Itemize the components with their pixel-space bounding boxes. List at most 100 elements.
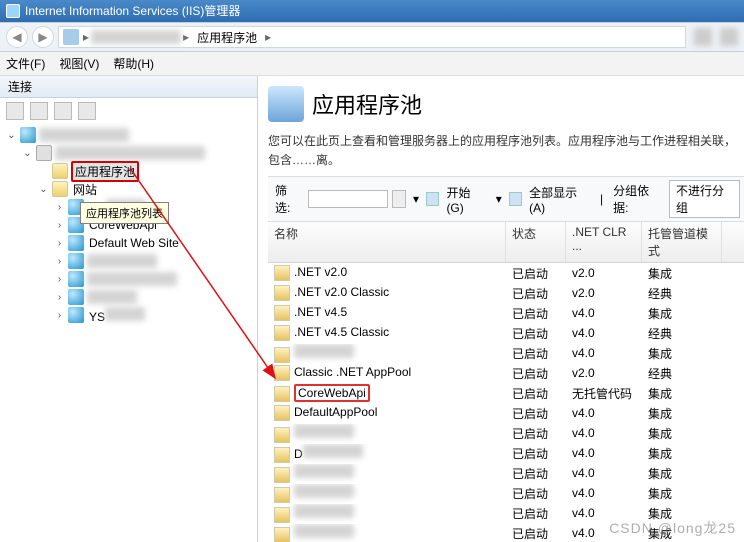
site-icon	[68, 271, 84, 287]
pool-icon	[274, 285, 290, 301]
expand-icon[interactable]: ›	[54, 238, 65, 249]
tree-server-label	[55, 146, 205, 160]
menu-file[interactable]: 文件(F)	[6, 55, 45, 72]
tree-sites-label: 网站	[71, 181, 99, 198]
go-icon[interactable]	[426, 192, 439, 206]
menubar: 文件(F) 视图(V) 帮助(H)	[0, 52, 744, 76]
pool-icon	[274, 365, 290, 381]
tree-site-item[interactable]: ›	[54, 270, 257, 288]
tree-sites[interactable]: ⌄ 网站	[38, 180, 257, 198]
table-row[interactable]: 已启动v4.0集成	[268, 463, 744, 483]
table-row[interactable]: .NET v4.5已启动v4.0集成	[268, 303, 744, 323]
group-select[interactable]: 不进行分组	[669, 180, 740, 218]
pool-icon	[274, 325, 290, 341]
expand-icon[interactable]: ⌄	[38, 184, 49, 195]
pool-icon	[274, 305, 290, 321]
tree-site-item[interactable]: ›	[54, 252, 257, 270]
pool-icon	[274, 487, 290, 503]
site-icon	[68, 289, 84, 305]
filter-input[interactable]	[308, 190, 388, 208]
table-row[interactable]: D已启动v4.0集成	[268, 443, 744, 463]
titlebar: Internet Information Services (IIS)管理器	[0, 0, 744, 22]
tree-root[interactable]: ⌄	[6, 126, 257, 144]
col-status[interactable]: 状态	[506, 222, 566, 262]
tree-app-pools-label[interactable]: 应用程序池	[71, 161, 139, 182]
site-icon	[68, 307, 84, 323]
expand-icon[interactable]: ›	[54, 310, 65, 321]
table-header: 名称 状态 .NET CLR ... 托管管道模式	[268, 222, 744, 263]
page-description: 您可以在此页上查看和管理服务器上的应用程序池列表。应用程序池与工作进程相关联，包…	[268, 132, 744, 170]
tooltip: 应用程序池列表	[80, 202, 169, 224]
app-pools-table: 名称 状态 .NET CLR ... 托管管道模式 .NET v2.0已启动v2…	[268, 222, 744, 542]
breadcrumb[interactable]: ▸ ▸ 应用程序池 ▸	[58, 26, 686, 48]
table-row[interactable]: Classic .NET AppPool已启动v2.0经典	[268, 363, 744, 383]
app-pools-icon	[52, 163, 68, 179]
site-label: YS	[87, 307, 147, 324]
pool-icon	[274, 507, 290, 523]
server-icon	[63, 29, 79, 45]
expand-icon[interactable]: ⌄	[22, 148, 33, 159]
toolbar-icon[interactable]	[6, 102, 24, 120]
toolbar-icon[interactable]	[30, 102, 48, 120]
filter-dropdown-icon[interactable]	[392, 190, 406, 208]
server-icon	[36, 145, 52, 161]
pool-icon	[274, 347, 290, 363]
toolbar-extra-icon[interactable]	[720, 28, 738, 46]
table-row[interactable]: .NET v4.5 Classic已启动v4.0经典	[268, 323, 744, 343]
nav-back-button[interactable]: ◀	[6, 26, 28, 48]
toolbar-extra-icon[interactable]	[694, 28, 712, 46]
table-row[interactable]: DefaultAppPool已启动v4.0集成	[268, 403, 744, 423]
toolbar-icon[interactable]	[54, 102, 72, 120]
site-icon	[68, 253, 84, 269]
page-title-row: 应用程序池	[268, 86, 744, 122]
chevron-right-icon: ▸	[81, 30, 91, 44]
table-row[interactable]: 已启动v4.0集成	[268, 483, 744, 503]
menu-help[interactable]: 帮助(H)	[113, 55, 154, 72]
site-label	[87, 290, 137, 304]
connections-header: 连接	[0, 76, 257, 98]
filter-showall[interactable]: 全部显示(A)	[526, 184, 593, 215]
breadcrumb-current[interactable]: 应用程序池	[191, 29, 263, 46]
connections-toolbar	[0, 98, 257, 124]
spacer	[38, 166, 49, 177]
nav-forward-button[interactable]: ▶	[32, 26, 54, 48]
expand-icon[interactable]: ›	[54, 256, 65, 267]
col-mode[interactable]: 托管管道模式	[642, 222, 722, 262]
group-label: 分组依据:	[610, 182, 665, 216]
app-pools-large-icon	[268, 86, 304, 122]
col-clr[interactable]: .NET CLR ...	[566, 222, 642, 262]
table-row[interactable]: 已启动v4.0集成	[268, 423, 744, 443]
connections-panel: 连接 ⌄ ⌄	[0, 76, 258, 542]
expand-icon[interactable]: ›	[54, 274, 65, 285]
toolbar-icon[interactable]	[78, 102, 96, 120]
filter-start[interactable]: 开始(G)	[443, 184, 488, 215]
table-row[interactable]: CoreWebApi已启动无托管代码集成	[268, 383, 744, 403]
expand-icon[interactable]: ›	[54, 202, 65, 213]
tree-site-item[interactable]: ›	[54, 288, 257, 306]
app-icon	[6, 4, 20, 18]
tree-app-pools[interactable]: 应用程序池	[38, 162, 257, 180]
menu-view[interactable]: 视图(V)	[59, 55, 99, 72]
main-content: 应用程序池 您可以在此页上查看和管理服务器上的应用程序池列表。应用程序池与工作进…	[258, 76, 744, 542]
expand-icon[interactable]: ›	[54, 220, 65, 231]
showall-icon[interactable]	[509, 192, 522, 206]
col-name[interactable]: 名称	[268, 222, 506, 262]
expand-icon[interactable]: ⌄	[6, 130, 17, 141]
pool-icon	[274, 265, 290, 281]
table-row[interactable]: .NET v2.0已启动v2.0集成	[268, 263, 744, 283]
expand-icon[interactable]: ›	[54, 292, 65, 303]
site-label	[87, 272, 177, 286]
tree-site-item[interactable]: › Default Web Site	[54, 234, 257, 252]
tree-site-item[interactable]: › YS	[54, 306, 257, 324]
site-icon	[68, 235, 84, 251]
breadcrumb-server[interactable]	[91, 30, 181, 44]
filter-label: 筛选:	[272, 182, 304, 216]
connections-tree: ⌄ ⌄ 应用程序池	[0, 124, 257, 324]
table-row[interactable]: 已启动v4.0集成	[268, 343, 744, 363]
sites-icon	[52, 181, 68, 197]
site-label: Default Web Site	[87, 236, 181, 250]
tree-server[interactable]: ⌄	[22, 144, 257, 162]
table-row[interactable]: .NET v2.0 Classic已启动v2.0经典	[268, 283, 744, 303]
tree-root-label	[39, 128, 129, 142]
breadcrumb-bar: ◀ ▶ ▸ ▸ 应用程序池 ▸	[0, 22, 744, 52]
